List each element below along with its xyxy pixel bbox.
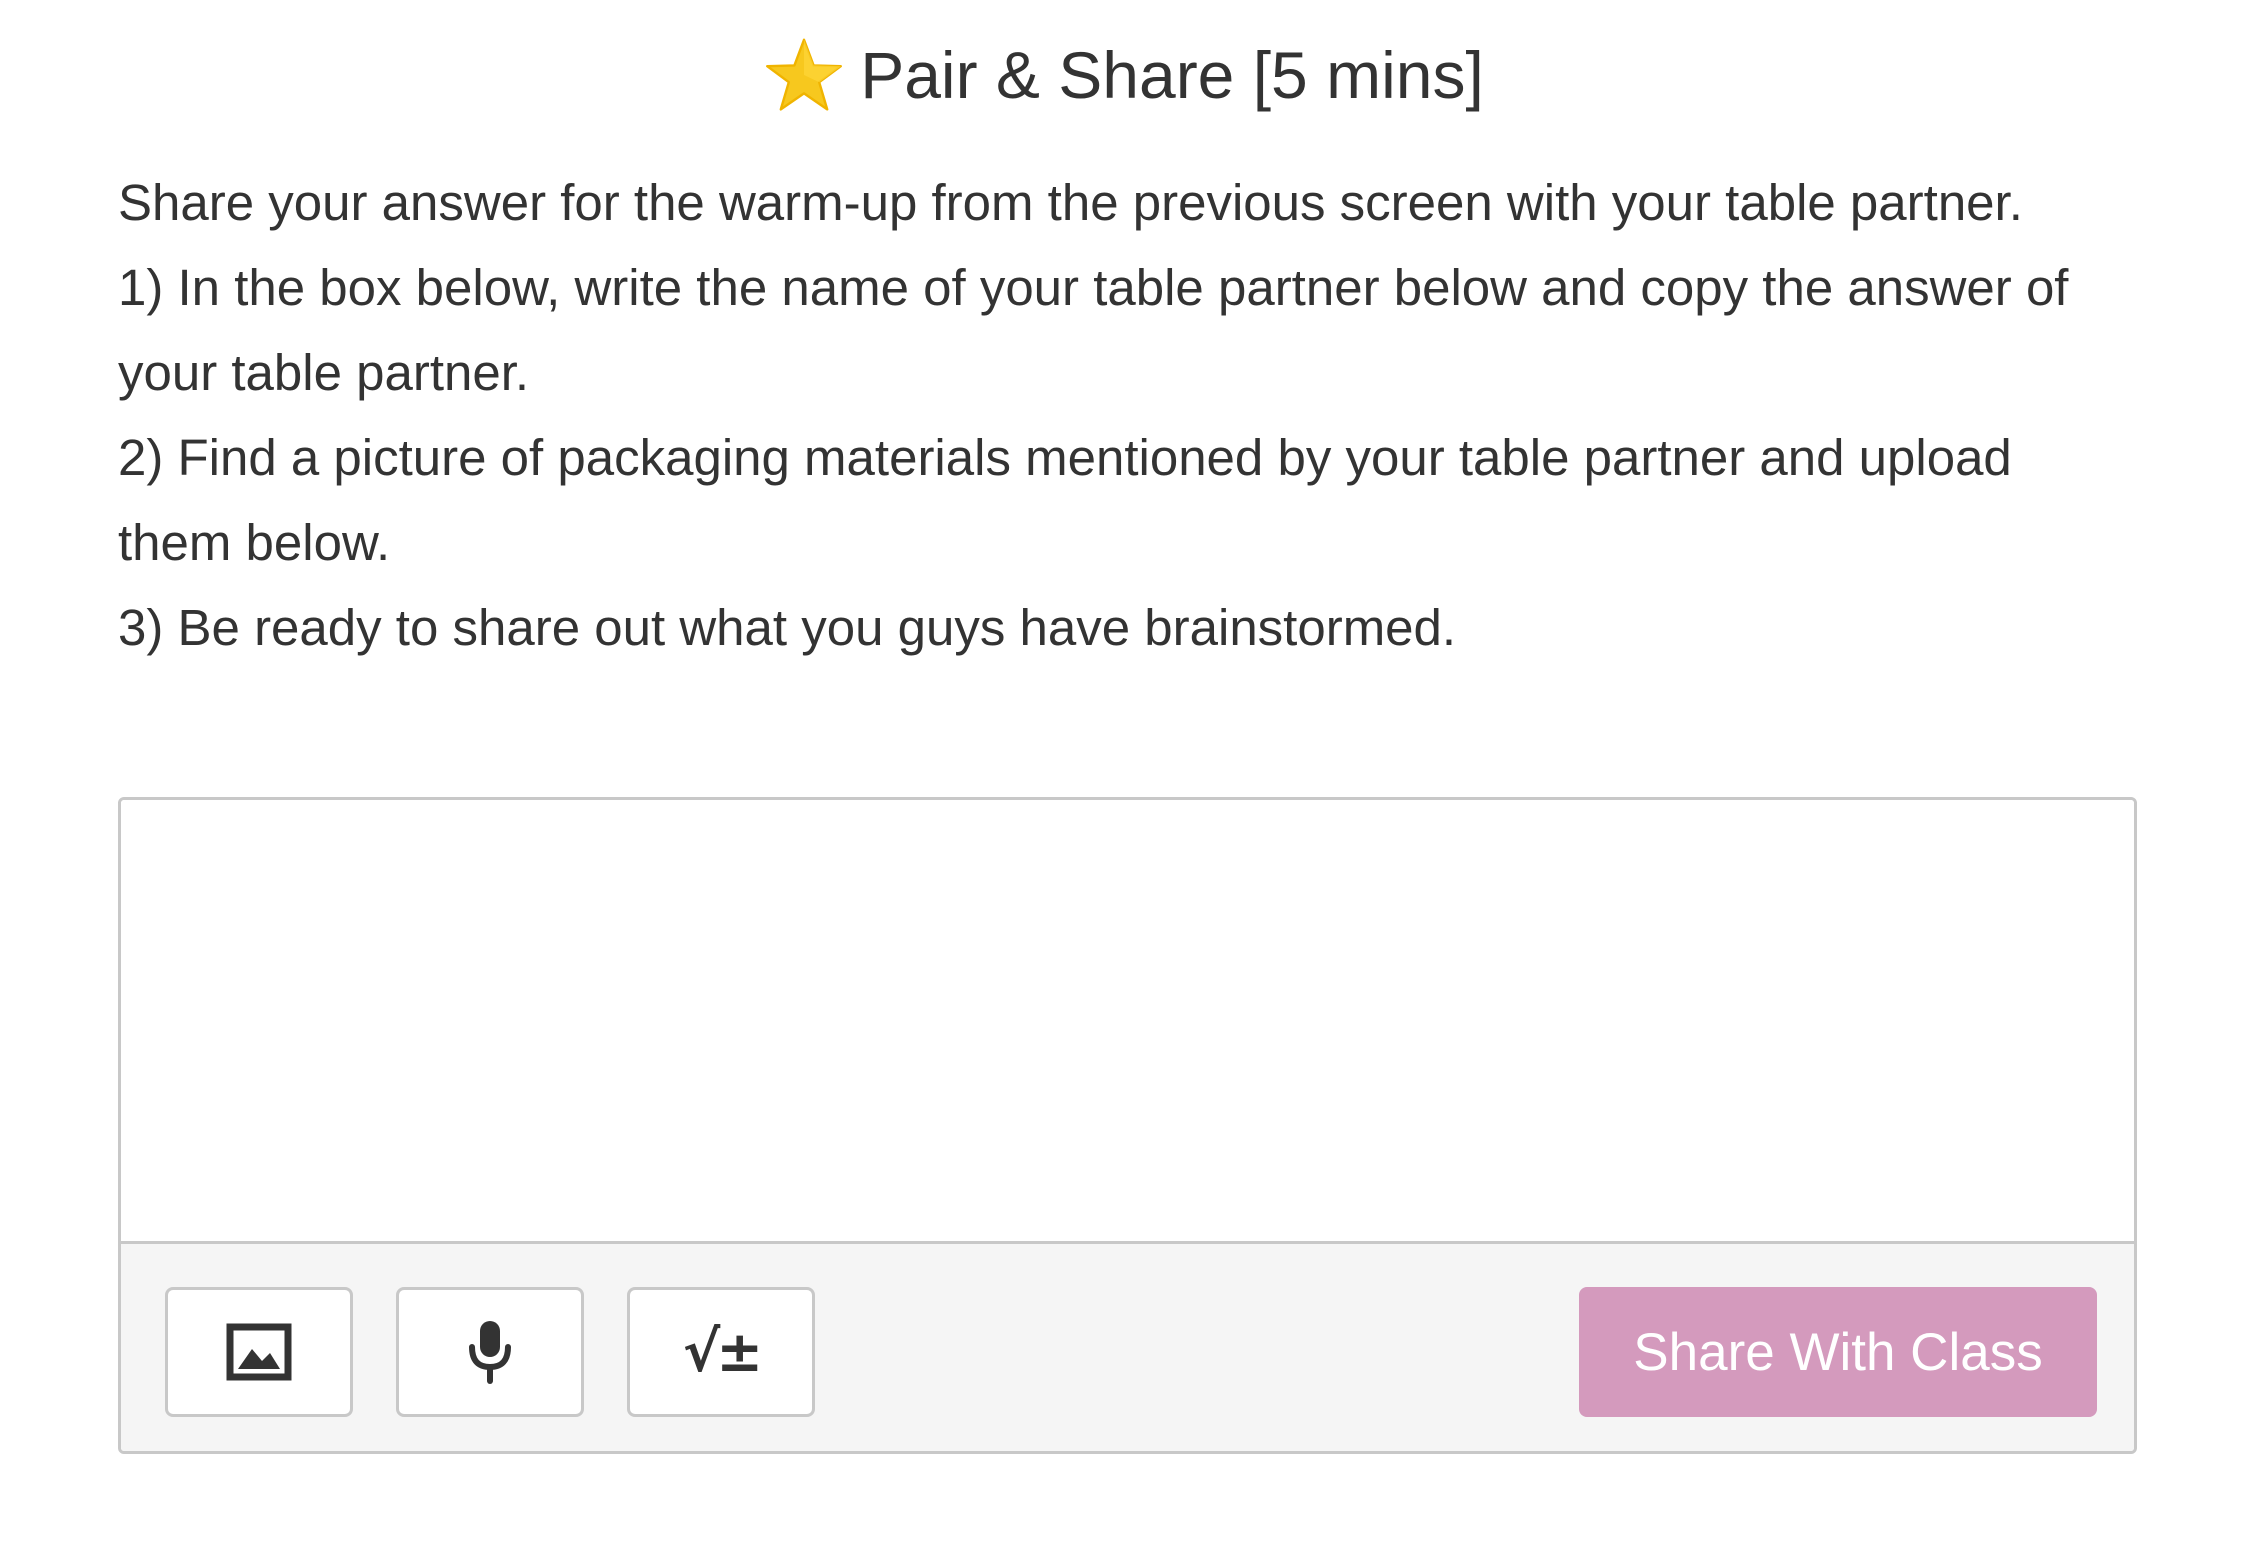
image-icon bbox=[226, 1323, 292, 1381]
add-image-button[interactable] bbox=[165, 1287, 353, 1417]
math-sqrt-plusminus-icon: √± bbox=[682, 1319, 763, 1385]
instruction-intro: Share your answer for the warm-up from t… bbox=[118, 174, 2023, 231]
page-title: Pair & Share [5 mins] bbox=[860, 38, 1484, 112]
share-with-class-button[interactable]: Share With Class bbox=[1579, 1287, 2097, 1417]
instruction-step-3: 3) Be ready to share out what you guys h… bbox=[118, 599, 1457, 656]
instructions: Share your answer for the warm-up from t… bbox=[118, 160, 2138, 670]
response-toolbar: √± Share With Class bbox=[121, 1241, 2134, 1451]
activity-header: Pair & Share [5 mins] bbox=[0, 30, 2248, 120]
microphone-icon bbox=[469, 1321, 511, 1384]
math-input-button[interactable]: √± bbox=[627, 1287, 815, 1417]
instruction-step-1: 1) In the box below, write the name of y… bbox=[118, 259, 2069, 401]
instruction-step-2: 2) Find a picture of packaging materials… bbox=[118, 429, 2012, 571]
response-card: √± Share With Class bbox=[118, 797, 2137, 1454]
response-text-input[interactable] bbox=[121, 800, 2134, 1241]
star-icon bbox=[766, 38, 843, 111]
record-audio-button[interactable] bbox=[396, 1287, 584, 1417]
